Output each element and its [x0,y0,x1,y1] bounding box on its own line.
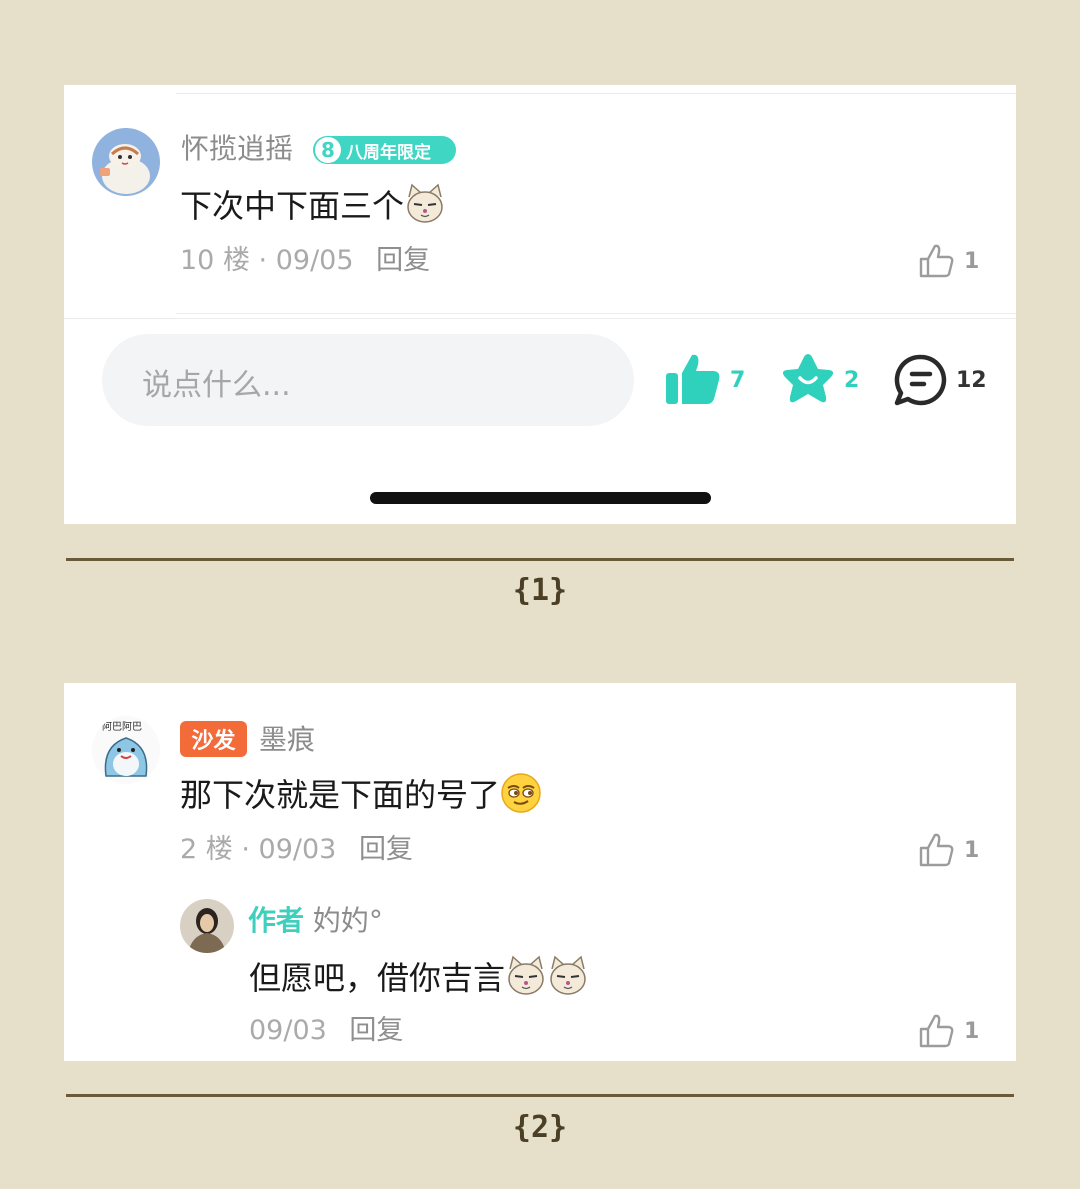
divider [176,93,1016,94]
cat-emoji-icon [550,955,586,995]
comment-content: 那下次就是下面的号了 [180,772,542,817]
like-button[interactable]: 1 [918,241,979,281]
shark-avatar-image: 阿巴阿巴 [92,716,160,784]
like-action-count: 7 [730,367,746,393]
svg-text:阿巴阿巴: 阿巴阿巴 [102,721,142,733]
divider [64,318,1016,319]
screenshot-panel-1: 怀揽逍摇 8 八周年限定 下次中下面三个 10 楼 · 09/05 回复 1 说… [64,85,1016,524]
thumbs-up-outline-icon [919,244,954,278]
like-action-button[interactable]: 7 [664,353,745,407]
comment-action-button[interactable]: 12 [892,353,987,407]
like-count: 1 [964,1018,980,1044]
input-placeholder: 说点什么... [142,368,291,403]
reply-username[interactable]: 妁妁° [313,904,383,937]
page-label-2: {2} [512,1110,568,1145]
reply-content: 但愿吧，借你吉言 [249,955,589,1000]
divider [176,313,1016,314]
comment-meta: 2 楼 · 09/03 回复 [180,832,413,868]
floor-number: 10 楼 [180,245,250,276]
reply-meta: 09/03 回复 [249,1013,403,1049]
cat-emoji-icon [407,183,443,223]
floor-number: 2 楼 [180,834,233,865]
comment-date: 09/05 [275,245,354,276]
thumbs-up-outline-icon [919,833,954,867]
comment-text: 下次中下面三个 [180,187,405,225]
user-avatar[interactable]: 阿巴阿巴 [92,716,160,784]
badge-text: 八周年限定 [346,142,431,163]
reply-button[interactable]: 回复 [376,245,430,276]
smug-face-emoji-icon [501,773,541,813]
favorite-count: 2 [844,367,860,393]
anniversary-badge: 8 八周年限定 [313,136,456,164]
thumbs-up-outline-icon [919,1014,954,1048]
comment-count: 12 [956,367,987,393]
meta-dot: · [258,245,276,276]
home-indicator[interactable] [370,492,711,504]
comment-bubble-icon [894,354,947,406]
reply-date: 09/03 [249,1015,327,1046]
username[interactable]: 墨痕 [259,722,315,758]
screenshot-panel-2: 阿巴阿巴 沙发 墨痕 那下次就是下面的号了 2 楼 · 09/03 回复 1 作… [64,683,1016,1061]
reply-button[interactable]: 回复 [359,834,413,865]
like-button[interactable]: 1 [918,1011,979,1051]
comment-meta: 10 楼 · 09/05 回复 [180,243,430,279]
separator-line [66,558,1014,561]
cat-avatar-image [92,128,160,196]
favorite-action-button[interactable]: 2 [778,351,859,409]
separator-line [66,1094,1014,1097]
user-avatar[interactable] [92,128,160,196]
thumbs-up-filled-icon [666,354,720,404]
badge-number: 8 [315,137,341,163]
like-count: 1 [964,837,980,863]
reply-user-avatar[interactable] [180,899,234,953]
cat-emoji-icon [508,955,544,995]
like-button[interactable]: 1 [918,830,979,870]
reply-text: 但愿吧，借你吉言 [249,959,506,997]
photo-avatar-image [180,899,234,953]
meta-dot: · [241,834,259,865]
username[interactable]: 怀揽逍摇 [181,131,293,167]
author-tag: 作者 [248,904,305,937]
sofa-tag: 沙发 [180,721,247,757]
comment-input[interactable]: 说点什么... [102,334,634,426]
star-filled-icon [782,354,834,403]
like-count: 1 [964,248,980,274]
comment-text: 那下次就是下面的号了 [180,776,501,814]
reply-username-line: 作者 妁妁° [248,903,383,939]
comment-content: 下次中下面三个 [180,183,446,228]
page-label-1: {1} [512,573,568,608]
reply-button[interactable]: 回复 [349,1015,403,1046]
comment-date: 09/03 [258,834,337,865]
